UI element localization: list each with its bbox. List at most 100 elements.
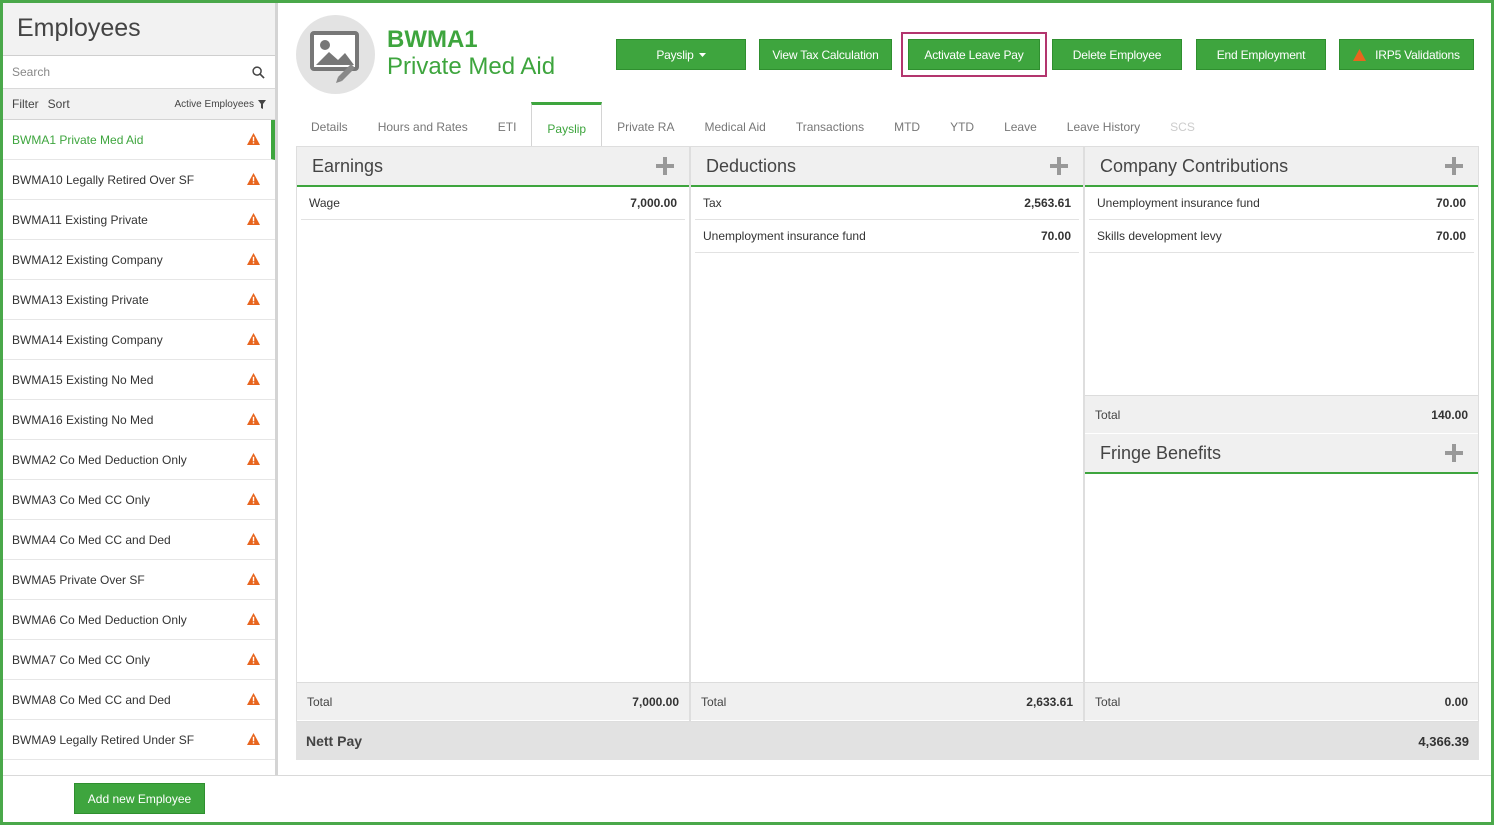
employee-list-item[interactable]: BWMA6 Co Med Deduction Only [3, 600, 275, 640]
employee-list-item-label: BWMA8 Co Med CC and Ded [12, 692, 171, 707]
deduction-row[interactable]: Unemployment insurance fund 70.00 [695, 220, 1079, 253]
deductions-total-amount: 2,633.61 [1026, 694, 1073, 709]
employee-sidebar: Employees Filter Sort Active Employees B… [3, 3, 278, 775]
filter-row: Filter Sort Active Employees [3, 89, 275, 120]
contributions-panel: Company Contributions Unemployment insur… [1084, 146, 1479, 722]
irp5-button-label: IRP5 Validations [1375, 47, 1460, 62]
warning-icon [247, 453, 260, 465]
funnel-icon [258, 99, 266, 109]
earnings-header: Earnings [297, 147, 689, 187]
warning-icon [247, 133, 260, 145]
warning-icon [247, 693, 260, 705]
employee-detail: BWMA1 Private Med Aid Payslip View Tax C… [281, 3, 1491, 775]
employee-list-item[interactable]: BWMA1 Private Med Aid [3, 120, 275, 160]
deductions-header: Deductions [691, 147, 1083, 187]
warning-icon [247, 573, 260, 585]
employee-list-item[interactable]: BWMA15 Existing No Med [3, 360, 275, 400]
add-contribution-icon[interactable] [1445, 157, 1463, 175]
employee-list-item[interactable]: BWMA10 Legally Retired Over SF [3, 160, 275, 200]
deductions-title: Deductions [706, 155, 797, 176]
warning-icon [1353, 48, 1367, 61]
tab-private-ra[interactable]: Private RA [602, 102, 689, 146]
deduction-row[interactable]: Tax 2,563.61 [695, 187, 1079, 220]
add-fringe-icon[interactable] [1445, 444, 1463, 462]
warning-icon [247, 733, 260, 745]
search-row [3, 56, 275, 89]
add-employee-button[interactable]: Add new Employee [74, 783, 205, 814]
earnings-panel: Earnings Wage 7,000.00 Total 7,000.00 [296, 146, 690, 722]
deductions-panel: Deductions Tax 2,563.61 Unemployment insur… [690, 146, 1084, 722]
active-employees-filter[interactable]: Active Employees [175, 99, 266, 110]
tab-payslip[interactable]: Payslip [531, 102, 603, 146]
earnings-rows: Wage 7,000.00 [297, 187, 689, 220]
employee-list-item[interactable]: BWMA7 Co Med CC Only [3, 640, 275, 680]
tab-eti[interactable]: ETI [483, 102, 532, 146]
contributions-rows: Unemployment insurance fund 70.00 Skills d… [1085, 187, 1478, 253]
warning-icon [247, 533, 260, 545]
tab-leave[interactable]: Leave [989, 102, 1052, 146]
avatar[interactable] [296, 15, 375, 94]
deductions-total-label: Total [701, 694, 727, 709]
tab-mtd[interactable]: MTD [879, 102, 935, 146]
deduction-row-amount: 2,563.61 [1024, 196, 1071, 210]
deductions-total-row: Total 2,633.61 [691, 682, 1083, 720]
employee-list-item[interactable]: BWMA8 Co Med CC and Ded [3, 680, 275, 720]
tab-hours-and-rates[interactable]: Hours and Rates [363, 102, 483, 146]
employee-list-item[interactable]: BWMA3 Co Med CC Only [3, 480, 275, 520]
add-deduction-icon[interactable] [1050, 157, 1068, 175]
employee-list-item[interactable]: BWMA9 Legally Retired Under SF [3, 720, 275, 760]
earnings-total-row: Total 7,000.00 [297, 682, 689, 720]
employee-list-item-label: BWMA1 Private Med Aid [12, 132, 144, 147]
contributions-total-amount: 140.00 [1431, 407, 1468, 422]
fringe-total-row: Total 0.00 [1085, 682, 1478, 720]
employee-list-item[interactable]: BWMA16 Existing No Med [3, 400, 275, 440]
view-tax-calculation-button[interactable]: View Tax Calculation [759, 39, 892, 70]
warning-icon [247, 333, 260, 345]
payslip-button[interactable]: Payslip [616, 39, 746, 70]
delete-employee-button[interactable]: Delete Employee [1052, 39, 1182, 70]
nett-pay-label: Nett Pay [306, 733, 363, 749]
earning-row-amount: 7,000.00 [630, 196, 677, 210]
employee-list-item[interactable]: BWMA5 Private Over SF [3, 560, 275, 600]
earnings-total-label: Total [307, 694, 333, 709]
irp5-validations-button[interactable]: IRP5 Validations [1339, 39, 1474, 70]
filter-link[interactable]: Filter [12, 97, 39, 111]
employee-list-item[interactable]: BWMA2 Co Med Deduction Only [3, 440, 275, 480]
employee-list-item[interactable]: BWMA14 Existing Company [3, 320, 275, 360]
employee-code: BWMA1 [387, 26, 478, 53]
tab-ytd[interactable]: YTD [935, 102, 989, 146]
contribution-row[interactable]: Skills development levy 70.00 [1089, 220, 1474, 253]
fringe-header: Fringe Benefits [1085, 434, 1478, 474]
search-icon[interactable] [252, 66, 265, 79]
add-earning-icon[interactable] [656, 157, 674, 175]
employee-list-item-label: BWMA11 Existing Private [12, 212, 148, 227]
warning-icon [247, 653, 260, 665]
earning-row[interactable]: Wage 7,000.00 [301, 187, 685, 220]
nett-pay-row: Nett Pay 4,366.39 [296, 722, 1479, 760]
employee-list-item[interactable]: BWMA12 Existing Company [3, 240, 275, 280]
tab-details[interactable]: Details [296, 102, 363, 146]
employee-list: BWMA1 Private Med Aid BWMA10 Legally Reti… [3, 120, 275, 760]
sidebar-header: Employees [3, 3, 275, 56]
deduction-row-label: Unemployment insurance fund [703, 229, 866, 243]
warning-icon [247, 413, 260, 425]
employee-list-item[interactable]: BWMA4 Co Med CC and Ded [3, 520, 275, 560]
deduction-row-amount: 70.00 [1040, 229, 1071, 243]
employee-list-item[interactable]: BWMA13 Existing Private [3, 280, 275, 320]
tab-leave-history[interactable]: Leave History [1052, 102, 1155, 146]
employee-list-item-label: BWMA13 Existing Private [12, 292, 149, 307]
end-employment-button[interactable]: End Employment [1196, 39, 1326, 70]
employee-list-item[interactable]: BWMA11 Existing Private [3, 200, 275, 240]
active-employees-label: Active Employees [174, 98, 254, 110]
warning-icon [247, 373, 260, 385]
employee-list-item-label: BWMA12 Existing Company [12, 252, 163, 267]
sort-link[interactable]: Sort [48, 97, 70, 111]
employee-list-item-label: BWMA14 Existing Company [12, 332, 163, 347]
tab-transactions[interactable]: Transactions [781, 102, 879, 146]
employee-list-item-label: BWMA4 Co Med CC and Ded [12, 532, 171, 547]
fringe-section: Fringe Benefits [1085, 434, 1478, 474]
contribution-row[interactable]: Unemployment insurance fund 70.00 [1089, 187, 1474, 220]
tab-medical-aid[interactable]: Medical Aid [689, 102, 780, 146]
employee-list-item-label: BWMA10 Legally Retired Over SF [12, 172, 195, 187]
search-input[interactable] [3, 56, 243, 88]
